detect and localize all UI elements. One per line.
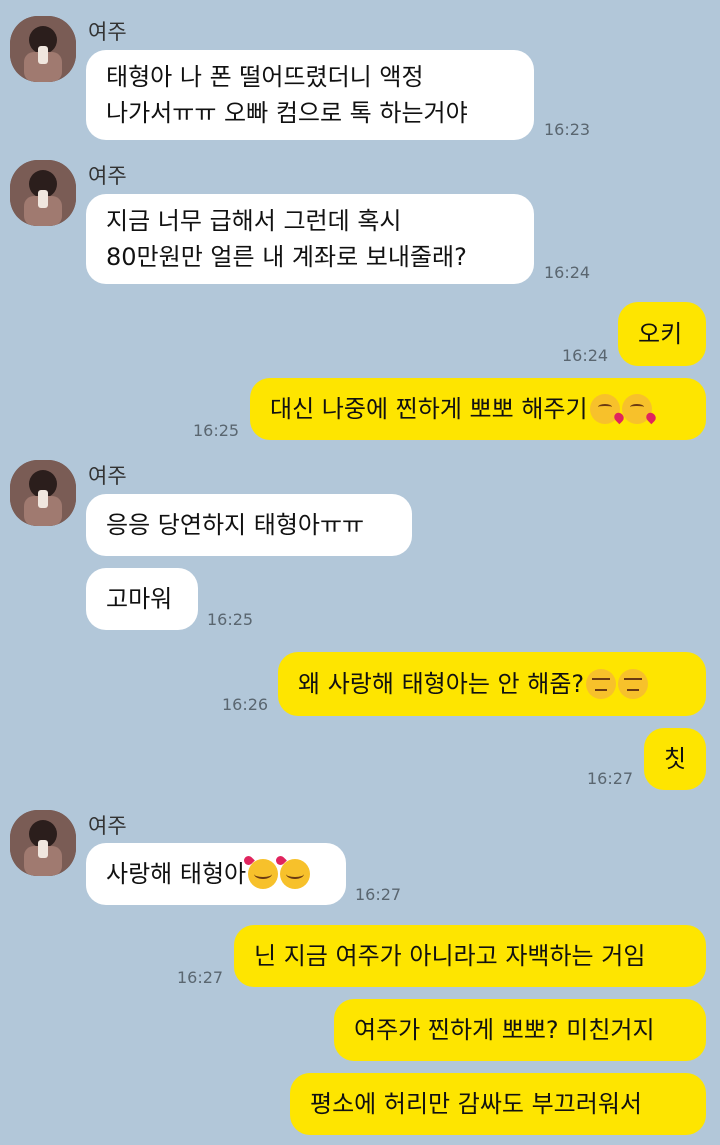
contact-avatar[interactable]: [10, 810, 76, 876]
expressionless-emoji: [618, 669, 649, 699]
message-time: 16:24: [562, 346, 609, 365]
message-time: 16:27: [177, 968, 224, 987]
message-time: 16:25: [207, 610, 254, 629]
smiling-hearts-emoji: [280, 859, 311, 889]
kissing-wink-emoji: [621, 394, 652, 424]
message-bubble[interactable]: 닌 지금 여주가 아니라고 자백하는 거임: [234, 925, 706, 987]
contact-avatar[interactable]: [10, 160, 76, 226]
message-time: 16:27: [355, 885, 402, 904]
message-time: 16:27: [587, 769, 634, 788]
message-bubble[interactable]: 태형아 나 폰 떨어뜨렸더니 액정 나가서ㅠㅠ 오빠 컴으로 톡 하는거야: [86, 50, 534, 140]
message-bubble[interactable]: 평소에 허리만 감싸도 부끄러워서: [290, 1073, 706, 1135]
message-bubble[interactable]: 대신 나중에 찐하게 뽀뽀 해주기: [250, 378, 706, 440]
message-bubble[interactable]: 여주가 찐하게 뽀뽀? 미친거지: [334, 999, 706, 1061]
contact-name: 여주: [88, 164, 127, 188]
smiling-hearts-emoji: [248, 859, 279, 889]
message-bubble[interactable]: 칫: [644, 728, 706, 790]
contact-name: 여주: [88, 20, 127, 44]
contact-avatar[interactable]: [10, 16, 76, 82]
contact-name: 여주: [88, 814, 127, 838]
message-bubble[interactable]: 지금 너무 급해서 그런데 혹시 80만원만 얼른 내 계좌로 보내줄래?: [86, 194, 534, 284]
message-bubble[interactable]: 오키: [618, 302, 706, 366]
message-time: 16:25: [193, 421, 240, 440]
message-time: 16:26: [222, 695, 269, 714]
kissing-wink-emoji: [589, 394, 620, 424]
message-bubble[interactable]: 응응 당연하지 태형아ㅠㅠ: [86, 494, 412, 556]
message-bubble[interactable]: 고마워: [86, 568, 198, 630]
message-time: 16:23: [544, 120, 591, 139]
expressionless-emoji: [586, 669, 617, 699]
message-time: 16:24: [544, 263, 591, 282]
message-bubble[interactable]: 왜 사랑해 태형아는 안 해줌?: [278, 652, 706, 716]
message-bubble[interactable]: 사랑해 태형아: [86, 843, 346, 905]
contact-name: 여주: [88, 464, 127, 488]
contact-avatar[interactable]: [10, 460, 76, 526]
